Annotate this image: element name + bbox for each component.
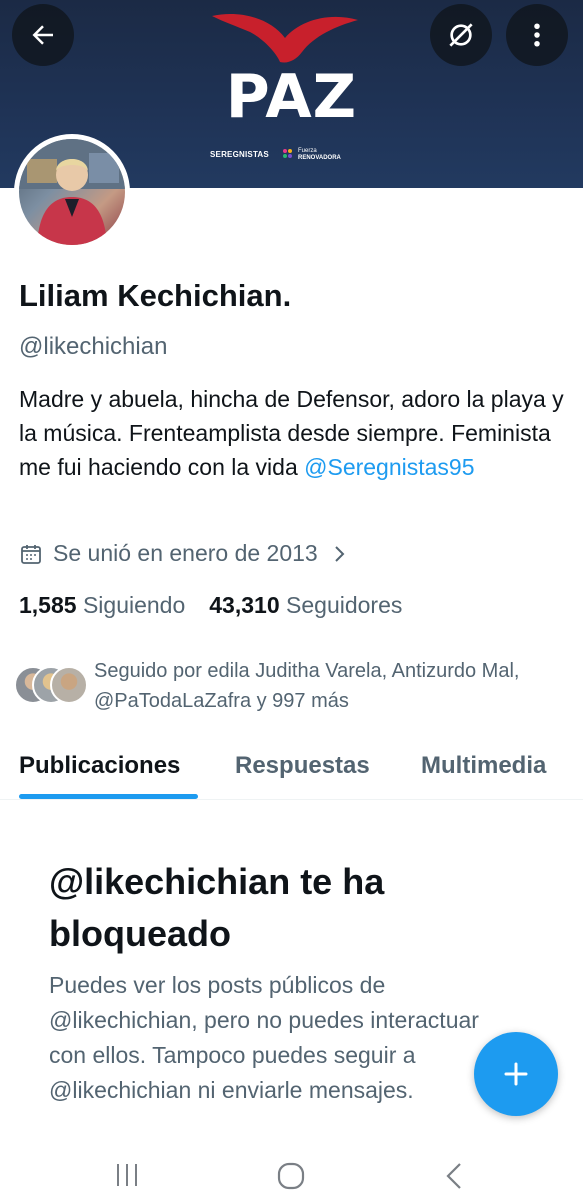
recent-apps-icon[interactable] [112, 1162, 142, 1188]
banner-parties: SEREGNISTAS Fuerza RENOVADORA [210, 148, 350, 168]
blocked-description: Puedes ver los posts públicos de @likech… [49, 972, 479, 1103]
following-label: Siguiendo [82, 592, 186, 618]
followed-by-row[interactable]: Seguido por edila Juditha Varela, Antizu… [14, 656, 574, 718]
system-navigation-bar [0, 1150, 583, 1199]
joined-date-row[interactable]: Se unió en enero de 2013 [19, 540, 348, 567]
arrow-left-icon [32, 25, 53, 45]
banner-party-right: Fuerza RENOVADORA [284, 148, 344, 162]
back-button[interactable] [12, 4, 74, 66]
follow-stats: 1,585 Siguiendo 43,310 Seguidores [19, 592, 402, 619]
followers-label: Seguidores [286, 592, 403, 618]
joined-text: Se unió en enero de 2013 [53, 540, 318, 566]
follower-avatars [14, 666, 94, 706]
following-link[interactable]: 1,585 Siguiendo [19, 592, 185, 618]
banner-party-right-line1: Fuerza [298, 148, 317, 154]
person-photo-icon [19, 139, 125, 245]
profile-tabs: Publicaciones Respuestas Multimedia [0, 730, 583, 800]
followers-link[interactable]: 43,310 Seguidores [209, 592, 402, 618]
profile-name: Liliam Kechichian. [19, 278, 292, 313]
avatar-photo [19, 139, 125, 245]
compose-button[interactable] [474, 1032, 558, 1116]
profile-avatar[interactable] [14, 134, 130, 250]
banner-party-right-line2: RENOVADORA [298, 155, 341, 161]
more-options-button[interactable] [506, 4, 568, 66]
banner-title: PAZ [225, 62, 358, 132]
followers-count: 43,310 [209, 592, 280, 618]
bio-mention-link[interactable]: @Seregnistas95 [304, 454, 474, 480]
plus-icon [504, 1062, 528, 1086]
follower-avatar [50, 666, 88, 704]
followed-by-text: Seguido por edila Juditha Varela, Antizu… [94, 660, 520, 712]
bio-text: Madre y abuela, hincha de Defensor, ador… [19, 386, 564, 480]
calendar-icon [21, 544, 41, 564]
spaces-button[interactable] [430, 4, 492, 66]
profile-handle: @likechichian [19, 333, 168, 360]
profile-bio: Madre y abuela, hincha de Defensor, ador… [19, 382, 564, 484]
dove-logo-icon [212, 14, 358, 63]
spaces-slash-icon [449, 23, 473, 47]
tab-publicaciones[interactable]: Publicaciones [19, 752, 180, 780]
active-tab-indicator [19, 794, 198, 799]
blocked-title: @likechichian te ha bloqueado [49, 861, 385, 954]
back-nav-icon[interactable] [442, 1162, 468, 1190]
following-count: 1,585 [19, 592, 77, 618]
home-icon[interactable] [276, 1162, 306, 1190]
tab-multimedia[interactable]: Multimedia [421, 752, 546, 780]
chevron-right-icon [335, 545, 345, 562]
more-vertical-icon [534, 23, 540, 47]
tab-respuestas[interactable]: Respuestas [235, 752, 370, 780]
banner-party-left: SEREGNISTAS [210, 150, 269, 159]
